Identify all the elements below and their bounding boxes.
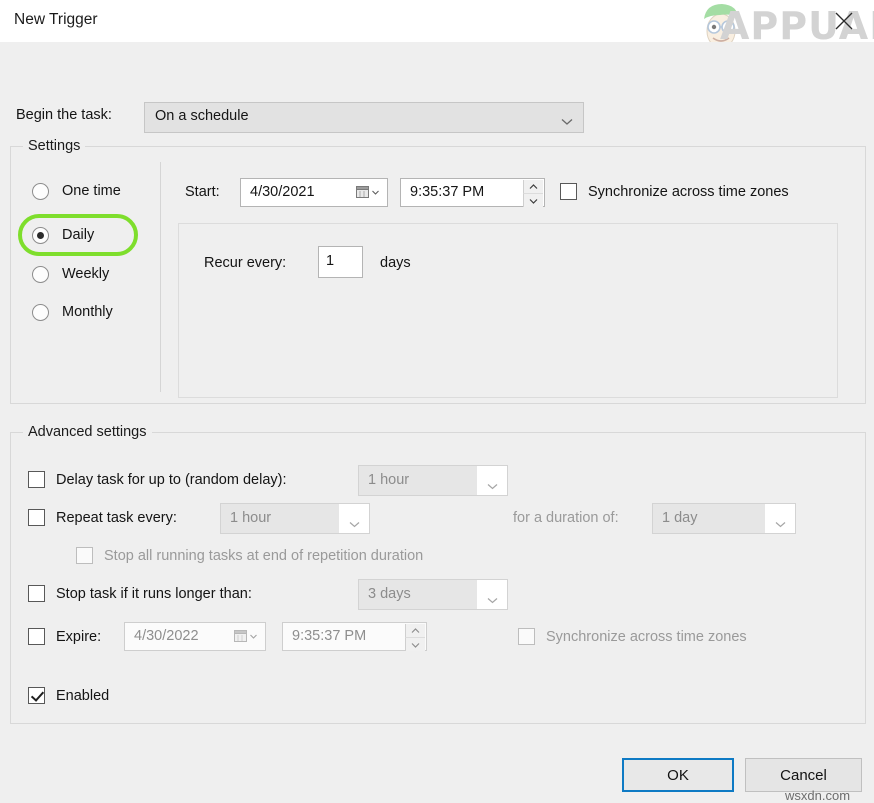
begin-task-label: Begin the task: — [16, 107, 112, 123]
expire-sync-timezones-label: Synchronize across time zones — [546, 628, 747, 645]
dialog-body: Begin the task: On a schedule Settings O… — [0, 42, 874, 803]
stop-if-longer-checkbox[interactable]: Stop task if it runs longer than: — [28, 585, 252, 602]
radio-weekly[interactable]: Weekly — [32, 261, 109, 287]
start-time-spinner[interactable] — [523, 180, 543, 207]
radio-indicator — [32, 265, 49, 283]
expire-time-value: 9:35:37 PM — [292, 628, 367, 644]
checkbox-indicator — [28, 585, 45, 602]
spinner-down-icon[interactable] — [523, 194, 543, 207]
begin-task-select[interactable]: On a schedule — [144, 102, 584, 133]
ok-button[interactable]: OK — [622, 758, 734, 792]
checkbox-indicator — [28, 687, 45, 704]
calendar-icon[interactable] — [234, 629, 257, 643]
radio-indicator — [32, 182, 49, 200]
repeat-interval-select[interactable]: 1 hour — [220, 503, 370, 534]
title-bar: New Trigger APPUALS — [0, 0, 874, 49]
recur-every-unit: days — [380, 255, 411, 271]
radio-label: Weekly — [62, 266, 110, 282]
radio-monthly[interactable]: Monthly — [32, 299, 113, 325]
source-watermark: wsxdn.com — [785, 788, 851, 803]
advanced-settings-title: Advanced settings — [23, 424, 152, 440]
close-icon — [835, 12, 853, 30]
repeat-task-label: Repeat task every: — [56, 509, 177, 526]
checkbox-indicator — [560, 183, 577, 200]
expire-date-input[interactable]: 4/30/2022 — [124, 622, 266, 651]
start-time-value: 9:35:37 PM — [410, 184, 485, 200]
cancel-button[interactable]: Cancel — [745, 758, 862, 792]
start-time-input[interactable]: 9:35:37 PM — [400, 178, 545, 207]
chevron-down-icon — [487, 478, 498, 494]
close-button[interactable] — [824, 2, 864, 36]
repeat-duration-value: 1 day — [662, 510, 698, 526]
start-date-input[interactable]: 4/30/2021 — [240, 178, 388, 207]
expire-date-value: 4/30/2022 — [134, 628, 199, 644]
start-label: Start: — [185, 184, 220, 200]
radio-one-time[interactable]: One time — [32, 178, 121, 204]
checkbox-indicator — [76, 547, 93, 564]
chevron-down-icon — [561, 114, 573, 130]
sync-timezones-label: Synchronize across time zones — [588, 183, 789, 200]
radio-label: Daily — [62, 227, 95, 243]
radio-indicator — [32, 226, 49, 244]
stop-if-longer-value: 3 days — [368, 586, 411, 602]
delay-task-checkbox[interactable]: Delay task for up to (random delay): — [28, 471, 287, 488]
start-date-value: 4/30/2021 — [250, 184, 315, 200]
delay-task-select[interactable]: 1 hour — [358, 465, 508, 496]
spinner-up-icon[interactable] — [523, 180, 543, 194]
expire-time-spinner[interactable] — [405, 624, 425, 651]
expire-label: Expire: — [56, 628, 102, 645]
checkbox-indicator — [518, 628, 535, 645]
stop-if-longer-select[interactable]: 3 days — [358, 579, 508, 610]
begin-task-value: On a schedule — [155, 108, 249, 124]
recurrence-pane: Recur every: 1 days — [178, 223, 838, 398]
enabled-label: Enabled — [56, 687, 110, 704]
expire-checkbox[interactable]: Expire: — [28, 628, 101, 645]
chevron-down-icon — [349, 516, 360, 532]
chevron-down-icon — [487, 592, 498, 608]
repeat-duration-label: for a duration of: — [513, 510, 619, 526]
recur-every-input[interactable]: 1 — [318, 246, 363, 278]
radio-daily[interactable]: Daily — [32, 222, 94, 248]
stop-if-longer-label: Stop task if it runs longer than: — [56, 585, 252, 602]
spinner-down-icon[interactable] — [405, 638, 425, 651]
checkbox-indicator — [28, 628, 45, 645]
settings-divider — [160, 162, 161, 392]
repeat-task-checkbox[interactable]: Repeat task every: — [28, 509, 177, 526]
radio-label: Monthly — [62, 304, 113, 320]
recur-every-value: 1 — [326, 253, 335, 269]
recur-every-label: Recur every: — [204, 255, 287, 271]
sync-timezones-checkbox[interactable]: Synchronize across time zones — [560, 183, 789, 200]
repeat-interval-value: 1 hour — [230, 510, 272, 526]
repeat-duration-select[interactable]: 1 day — [652, 503, 796, 534]
window-title: New Trigger — [14, 11, 98, 28]
radio-label: One time — [62, 183, 121, 199]
enabled-checkbox[interactable]: Enabled — [28, 687, 109, 704]
calendar-icon[interactable] — [356, 185, 379, 199]
delay-task-value: 1 hour — [368, 472, 410, 488]
stop-all-running-label: Stop all running tasks at end of repetit… — [104, 547, 424, 564]
expire-time-input[interactable]: 9:35:37 PM — [282, 622, 427, 651]
spinner-up-icon[interactable] — [405, 624, 425, 638]
delay-task-label: Delay task for up to (random delay): — [56, 471, 287, 488]
stop-all-running-checkbox[interactable]: Stop all running tasks at end of repetit… — [76, 547, 423, 564]
settings-group-title: Settings — [23, 138, 86, 154]
chevron-down-icon — [775, 516, 786, 532]
radio-indicator — [32, 303, 49, 321]
expire-sync-timezones-checkbox[interactable]: Synchronize across time zones — [518, 628, 747, 645]
checkbox-indicator — [28, 509, 45, 526]
checkbox-indicator — [28, 471, 45, 488]
